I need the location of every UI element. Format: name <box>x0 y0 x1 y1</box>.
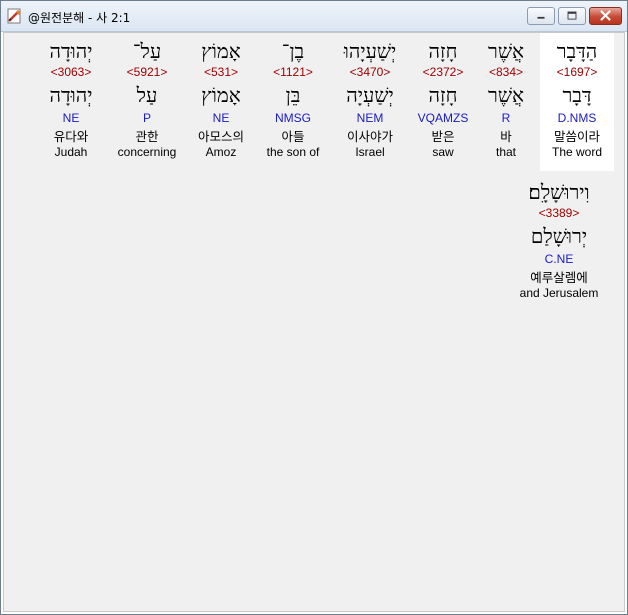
word-column-yeshayahu[interactable]: יְשַׁעְיָהוּ <3470> יְשַׁעְיָה NEM 이사야가 … <box>330 33 410 160</box>
minimize-button[interactable] <box>527 7 555 25</box>
interlinear-panel: הַדָּבָר <1697> דָּבָר D.NMS 말씀이라 The wo… <box>3 32 625 612</box>
parsing-code: NE <box>62 111 80 125</box>
word-column-asher[interactable]: אֲשֶׁר <834> אֲשֶׁר R 바 that <box>469 33 543 160</box>
hebrew-word: אָמוֹץ <box>201 39 241 63</box>
english-gloss: and Jerusalem <box>519 286 599 300</box>
hebrew-word: בֶן־ <box>281 39 305 63</box>
korean-gloss: 바 <box>500 129 512 144</box>
parsing-code: NE <box>212 111 230 125</box>
hebrew-word: וִירוּשָׁלִָם׃ <box>528 180 590 204</box>
word-column-chazah[interactable]: חָזָה <2372> חָזָה VQAMZS 받은 saw <box>406 33 480 160</box>
close-icon <box>600 10 611 21</box>
strong-number[interactable]: <1121> <box>254 65 332 81</box>
hebrew-word: אֲשֶׁר <box>488 39 524 63</box>
korean-gloss: 예루살렘에 <box>530 270 588 285</box>
lemma-word: יְרוּשָׁלַם <box>530 224 588 248</box>
english-gloss: the son of <box>266 145 320 159</box>
english-gloss: Israel <box>355 145 385 159</box>
korean-gloss: 받은 <box>431 129 455 144</box>
strong-number[interactable]: <834> <box>469 65 543 81</box>
title-bar[interactable]: @원전분해 - 사 2:1 <box>1 1 627 32</box>
maximize-icon <box>567 11 577 20</box>
lemma-word: בֵּן <box>285 83 301 107</box>
word-column-ben[interactable]: בֶן־ <1121> בֵּן NMSG 아들 the son of <box>254 33 332 160</box>
strong-number[interactable]: <1697> <box>540 65 614 81</box>
korean-gloss: 관한 <box>135 129 159 144</box>
english-gloss: The word <box>551 145 603 159</box>
word-column-yerushalayim[interactable]: וִירוּשָׁלִָם׃ <3389> יְרוּשָׁלַם C.NE 예… <box>509 174 609 301</box>
hebrew-word: הַדָּבָר <box>556 39 598 63</box>
lemma-word: דָּבָר <box>562 83 592 107</box>
strong-number[interactable]: <3470> <box>330 65 410 81</box>
hebrew-word: יְהוּדָה <box>49 39 93 63</box>
korean-gloss: 유다와 <box>53 129 89 144</box>
parsing-code: VQAMZS <box>417 111 469 125</box>
lemma-word: יְהוּדָה <box>49 83 93 107</box>
korean-gloss: 아들 <box>281 129 305 144</box>
window-title: @원전분해 - 사 2:1 <box>28 11 131 25</box>
hebrew-word: עַל־ <box>132 39 162 63</box>
strong-number[interactable]: <3389> <box>509 206 609 222</box>
lemma-word: אֲשֶׁר <box>488 83 524 107</box>
strong-number[interactable]: <531> <box>184 65 258 81</box>
parsing-code: R <box>501 111 511 125</box>
english-gloss: concerning <box>117 145 177 159</box>
strong-number[interactable]: <5921> <box>108 65 186 81</box>
strong-number[interactable]: <3063> <box>32 65 110 81</box>
lemma-word: אָמוֹץ <box>201 83 241 107</box>
lemma-word: עַל <box>136 83 158 107</box>
minimize-icon <box>537 16 545 19</box>
app-window: @원전분해 - 사 2:1 הַדָּבָר <1697> דָּבָר D.N… <box>0 0 628 615</box>
english-gloss: Amoz <box>205 145 237 159</box>
app-icon <box>7 8 21 24</box>
english-gloss: saw <box>432 145 454 159</box>
parsing-code: P <box>142 111 151 125</box>
word-column-amotz[interactable]: אָמוֹץ <531> אָמוֹץ NE 아모스의 Amoz <box>184 33 258 160</box>
hebrew-word: יְשַׁעְיָהוּ <box>343 39 397 63</box>
parsing-code: C.NE <box>544 252 574 266</box>
english-gloss: that <box>495 145 516 159</box>
korean-gloss: 말씀이라 <box>553 129 600 144</box>
english-gloss: Judah <box>54 145 88 159</box>
lemma-word: חָזָה <box>428 83 458 107</box>
lemma-word: יְשַׁעְיָה <box>346 83 394 107</box>
close-button[interactable] <box>589 7 622 25</box>
hebrew-word: חָזָה <box>428 39 458 63</box>
word-column-davar[interactable]: הַדָּבָר <1697> דָּבָר D.NMS 말씀이라 The wo… <box>540 33 614 171</box>
korean-gloss: 이사야가 <box>346 129 393 144</box>
maximize-button[interactable] <box>558 7 586 25</box>
parsing-code: NMSG <box>275 111 311 125</box>
strong-number[interactable]: <2372> <box>406 65 480 81</box>
word-column-yehudah[interactable]: יְהוּדָה <3063> יְהוּדָה NE 유다와 Judah <box>32 33 110 160</box>
parsing-code: NEM <box>356 111 384 125</box>
word-column-al[interactable]: עַל־ <5921> עַל P 관한 concerning <box>108 33 186 160</box>
korean-gloss: 아모스의 <box>197 129 244 144</box>
parsing-code: D.NMS <box>557 111 597 125</box>
